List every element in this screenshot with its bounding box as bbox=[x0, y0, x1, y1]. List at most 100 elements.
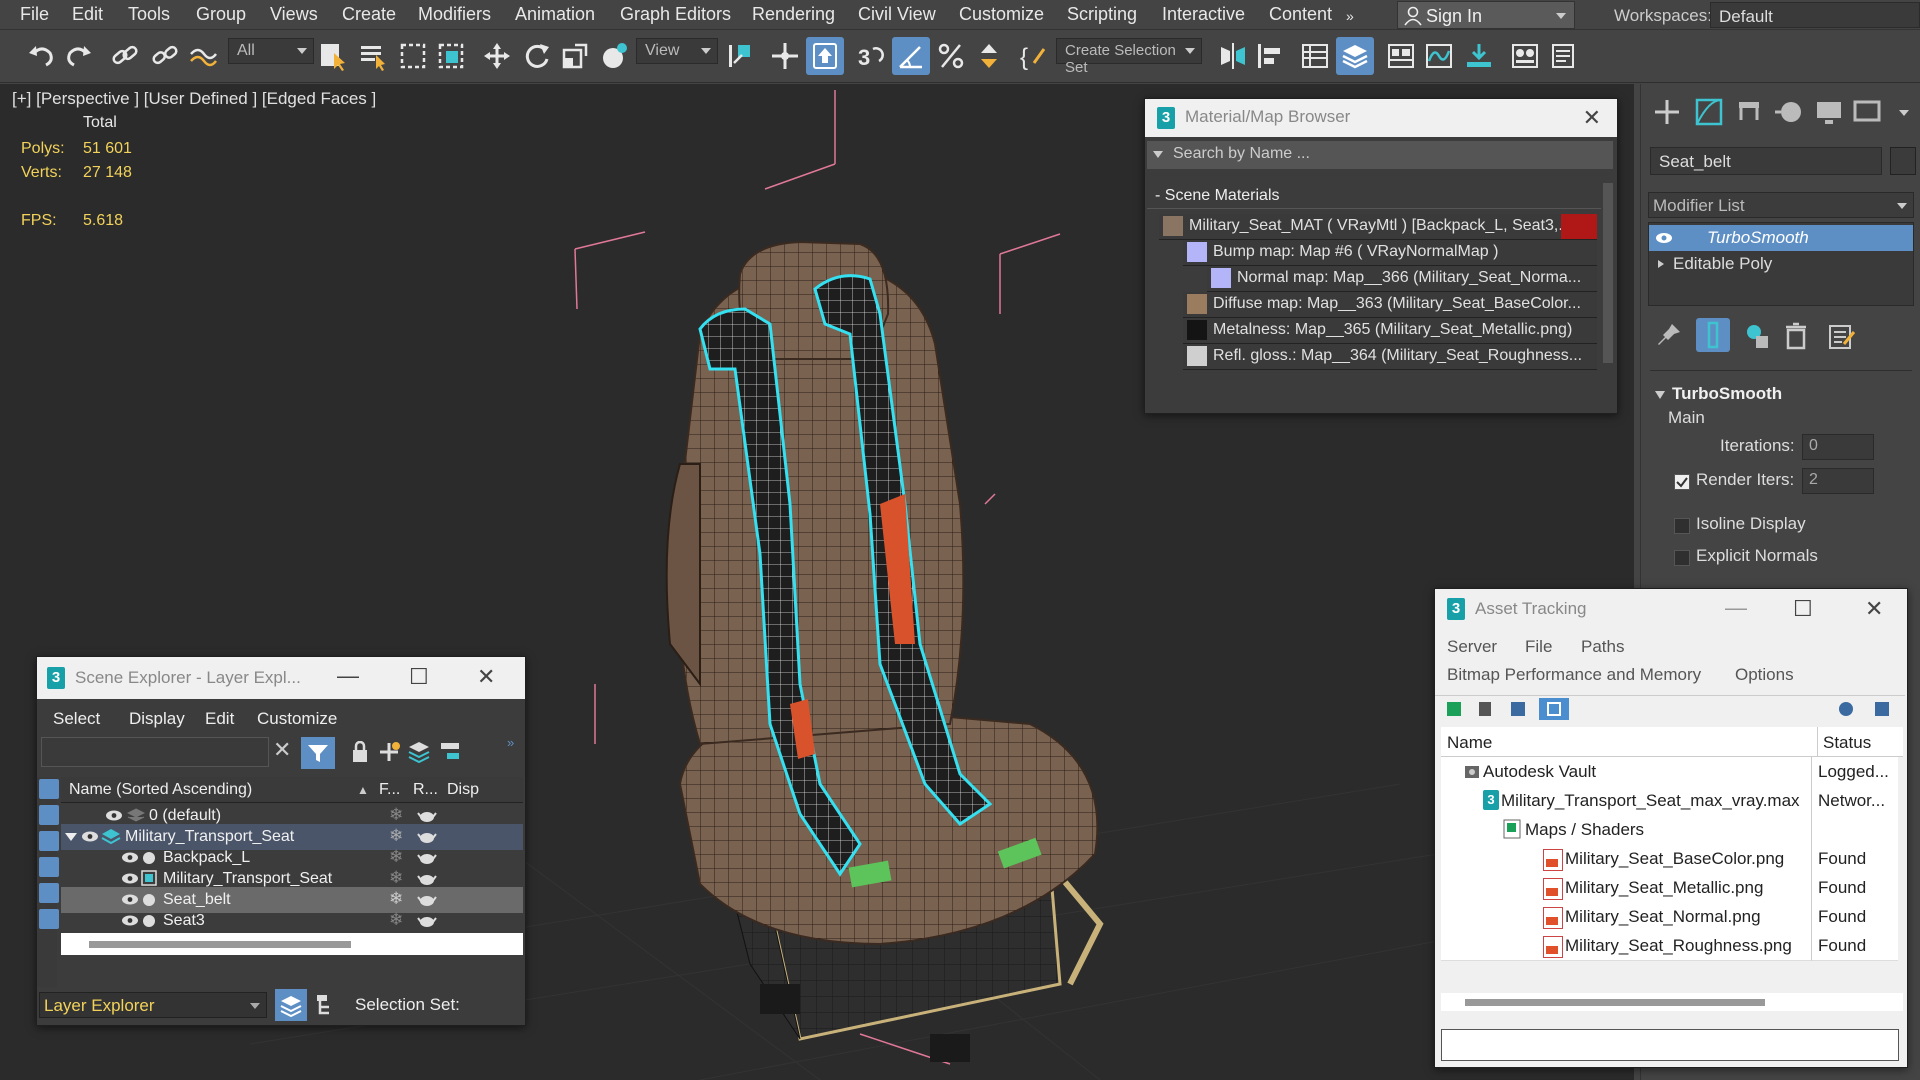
teapot-icon[interactable] bbox=[417, 809, 437, 823]
col-renderable[interactable]: R... bbox=[413, 781, 438, 799]
display-cameras-icon[interactable] bbox=[39, 857, 59, 877]
teapot-icon[interactable] bbox=[417, 914, 437, 928]
hierarchy-tab[interactable] bbox=[1731, 94, 1767, 130]
se-menu-select[interactable]: Select bbox=[53, 709, 100, 729]
place-button[interactable] bbox=[596, 37, 634, 75]
at-menu-file[interactable]: File bbox=[1525, 637, 1552, 657]
toggle-layer-explorer-button[interactable] bbox=[1336, 37, 1374, 75]
menu-tools[interactable]: Tools bbox=[128, 4, 170, 25]
unlink-selection-button[interactable] bbox=[146, 37, 184, 75]
sort-by-hierarchy-icon[interactable] bbox=[39, 779, 59, 799]
redo-button[interactable] bbox=[60, 37, 98, 75]
spinner-snap-button[interactable] bbox=[970, 37, 1008, 75]
eye-icon[interactable] bbox=[81, 831, 99, 842]
render-iters-checkbox[interactable] bbox=[1674, 474, 1690, 490]
reference-coordinate-dropdown[interactable]: View bbox=[636, 38, 718, 64]
menu-group[interactable]: Group bbox=[196, 4, 246, 25]
select-by-name-button[interactable] bbox=[354, 37, 392, 75]
teapot-icon[interactable] bbox=[417, 851, 437, 865]
render-setup-button[interactable] bbox=[1546, 37, 1584, 75]
se-search-input[interactable] bbox=[41, 737, 269, 767]
utilities-tab[interactable] bbox=[1849, 94, 1885, 130]
material-editor-button[interactable] bbox=[1506, 37, 1544, 75]
menu-overflow-icon[interactable]: » bbox=[1346, 8, 1354, 24]
workspace-select[interactable]: Default bbox=[1710, 2, 1920, 28]
object-color-swatch[interactable] bbox=[1890, 147, 1916, 175]
col-name[interactable]: Name (Sorted Ascending) bbox=[69, 781, 252, 799]
at-path-field[interactable] bbox=[1441, 1029, 1899, 1061]
toggle-scene-explorer-button[interactable] bbox=[1296, 37, 1334, 75]
table-row[interactable]: Military_Seat_Roughness.png bbox=[1441, 931, 1815, 961]
freeze-icon[interactable]: ❄ bbox=[389, 847, 403, 867]
grid-view-button[interactable] bbox=[1539, 698, 1569, 720]
menu-create[interactable]: Create bbox=[342, 4, 396, 25]
material-browser-scrollbar[interactable] bbox=[1603, 183, 1613, 363]
eye-icon[interactable] bbox=[121, 894, 139, 905]
table-row[interactable]: Military_Seat_BaseColor.png bbox=[1441, 844, 1815, 874]
col-display[interactable]: Disp bbox=[447, 781, 479, 799]
select-and-link-button[interactable] bbox=[106, 37, 144, 75]
menu-interactive[interactable]: Interactive bbox=[1162, 4, 1245, 25]
pin-stack-icon[interactable] bbox=[1656, 322, 1682, 348]
motion-tab[interactable] bbox=[1771, 94, 1807, 130]
menu-file[interactable]: File bbox=[20, 4, 49, 25]
rotate-button[interactable] bbox=[518, 37, 556, 75]
menu-edit[interactable]: Edit bbox=[72, 4, 103, 25]
minimize-icon[interactable]: — bbox=[1725, 595, 1747, 621]
make-unique-icon[interactable] bbox=[1744, 322, 1772, 350]
se-horizontal-scrollbar[interactable] bbox=[61, 933, 523, 955]
keyboard-shortcut-override-button[interactable] bbox=[806, 37, 844, 75]
expand-arrow-icon[interactable] bbox=[65, 833, 77, 841]
add-layer-icon[interactable] bbox=[377, 741, 401, 763]
map-row[interactable]: Bump map: Map #6 ( VRayNormalMap ) bbox=[1183, 240, 1597, 266]
window-crossing-button[interactable] bbox=[432, 37, 470, 75]
sign-in-button[interactable]: Sign In bbox=[1397, 1, 1575, 29]
material-browser-titlebar[interactable]: 3 Material/Map Browser ✕ bbox=[1145, 99, 1617, 137]
teapot-icon[interactable] bbox=[417, 830, 437, 844]
table-view-icon[interactable] bbox=[1511, 702, 1525, 716]
menu-modifiers[interactable]: Modifiers bbox=[418, 4, 491, 25]
freeze-icon[interactable]: ❄ bbox=[389, 910, 403, 930]
close-icon[interactable]: ✕ bbox=[1583, 105, 1601, 131]
menu-customize[interactable]: Customize bbox=[959, 4, 1044, 25]
menu-civil-view[interactable]: Civil View bbox=[858, 4, 936, 25]
hierarchy-mode-icon[interactable] bbox=[315, 993, 337, 1017]
menu-scripting[interactable]: Scripting bbox=[1067, 4, 1137, 25]
col-frozen[interactable]: F... bbox=[379, 781, 400, 799]
display-tab[interactable] bbox=[1811, 94, 1847, 130]
trash-icon[interactable] bbox=[1784, 322, 1808, 350]
asset-tracking-titlebar[interactable]: 3 Asset Tracking — ☐ ✕ bbox=[1435, 589, 1907, 629]
table-row[interactable]: Military_Seat_Normal.png bbox=[1441, 902, 1815, 932]
create-tab[interactable] bbox=[1649, 94, 1685, 130]
eye-icon[interactable] bbox=[105, 810, 123, 821]
bind-space-warp-button[interactable] bbox=[184, 37, 222, 75]
table-row[interactable]: Maps / Shaders bbox=[1441, 815, 1815, 845]
table-row[interactable]: 3 Military_Transport_Seat_max_vray.max bbox=[1441, 786, 1815, 816]
table-row[interactable]: Autodesk Vault bbox=[1441, 757, 1815, 787]
configure-modifier-sets-icon[interactable] bbox=[1828, 322, 1856, 350]
layers-stack-icon[interactable] bbox=[407, 739, 431, 765]
map-row[interactable]: Refl. gloss.: Map__364 (Military_Seat_Ro… bbox=[1183, 344, 1597, 370]
object-name-field[interactable]: Seat_belt bbox=[1650, 147, 1882, 175]
stack-item-turbosmooth[interactable]: TurboSmooth bbox=[1649, 225, 1913, 251]
freeze-icon[interactable]: ❄ bbox=[389, 805, 403, 825]
teapot-icon[interactable] bbox=[417, 872, 437, 886]
scrollbar-thumb[interactable] bbox=[89, 941, 351, 948]
eye-icon[interactable] bbox=[121, 915, 139, 926]
close-icon[interactable]: ✕ bbox=[477, 664, 495, 690]
tree-row[interactable]: Seat3 ❄ bbox=[61, 908, 523, 934]
modify-tab[interactable] bbox=[1691, 94, 1727, 130]
help-icon[interactable] bbox=[1839, 702, 1853, 716]
map-row[interactable]: Metalness: Map__365 (Military_Seat_Metal… bbox=[1183, 318, 1597, 344]
at-menu-bitmap-performance[interactable]: Bitmap Performance and Memory bbox=[1447, 665, 1701, 685]
isoline-display-checkbox[interactable] bbox=[1674, 518, 1690, 534]
menu-views[interactable]: Views bbox=[270, 4, 318, 25]
menu-graph-editors[interactable]: Graph Editors bbox=[620, 4, 731, 25]
col-status-header[interactable]: Status bbox=[1823, 733, 1871, 753]
rectangular-selection-button[interactable] bbox=[394, 37, 432, 75]
maximize-icon[interactable]: ☐ bbox=[409, 664, 429, 690]
se-menu-display[interactable]: Display bbox=[129, 709, 185, 729]
material-search-field[interactable]: Search by Name ... bbox=[1147, 141, 1613, 169]
selection-filter-dropdown[interactable]: All bbox=[228, 38, 314, 64]
display-spacewarps-icon[interactable] bbox=[39, 909, 59, 929]
